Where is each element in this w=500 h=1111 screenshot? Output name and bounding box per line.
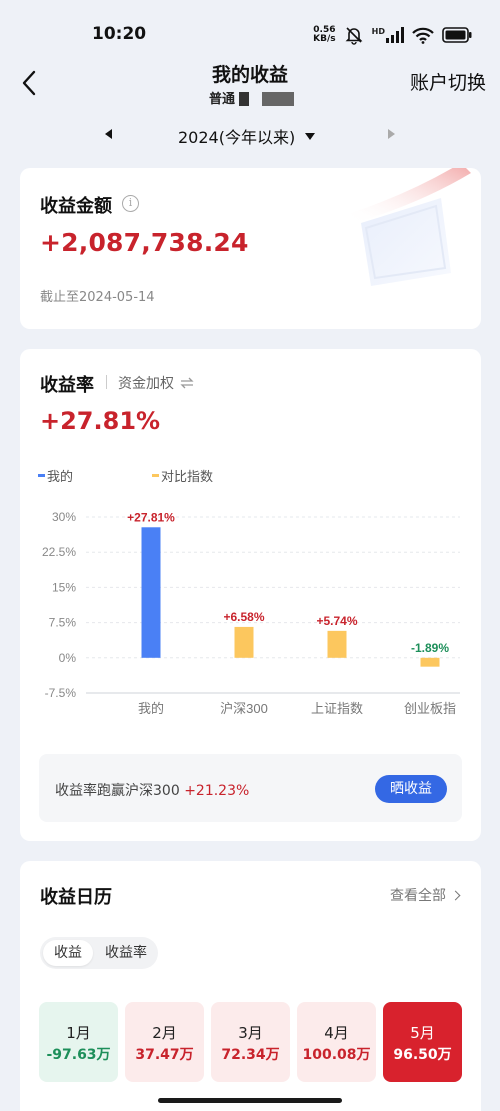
legend-mine-label: 我的 [47, 470, 74, 485]
divider [106, 375, 107, 389]
account-switch-button[interactable]: 账户切换 [410, 68, 486, 95]
month-name: 4月 [324, 1024, 349, 1042]
status-icons: 0.56 KB/s HD [313, 24, 472, 46]
year-dropdown[interactable]: 2024(今年以来) [178, 124, 316, 148]
month-cell[interactable]: 1月 -97.63万 [39, 1002, 118, 1082]
y-tick-label: 22.5% [42, 545, 76, 559]
home-indicator[interactable] [158, 1098, 342, 1103]
chevron-right-icon [450, 890, 461, 900]
x-category-label: 创业板指 [404, 701, 456, 716]
earnings-amount: +2,087,738.24 [40, 228, 249, 257]
return-rate-card: 收益率 资金加权 +27.81% 我的 对比指数 30% 22.5% 15% 7.5%… [20, 349, 481, 841]
x-category-label: 沪深300 [220, 701, 268, 716]
bar [420, 657, 440, 667]
bar-data-label: +27.81% [127, 510, 175, 524]
return-rate-bar-chart: 30% 22.5% 15% 7.5% 0% -7.5% +27.81% 我的 +6.58% 沪深3… [42, 510, 460, 716]
return-rate-title: 收益率 [40, 375, 94, 396]
legend-swatch-index [152, 474, 159, 477]
month-value: -97.63万 [46, 1047, 111, 1063]
earnings-calendar-card: 收益日历 查看全部 收益 收益率 1月 -97.63万 2月 37.47万 3月… [20, 861, 481, 1111]
chart-decoration-icon [351, 168, 471, 286]
y-tick-label: 30% [52, 510, 76, 524]
month-cell[interactable]: 4月 100.08万 [297, 1002, 376, 1082]
month-cell[interactable]: 3月 72.34万 [211, 1002, 290, 1082]
month-cell[interactable]: 2月 37.47万 [125, 1002, 204, 1082]
info-icon[interactable]: i [122, 195, 139, 212]
redaction-block [239, 92, 249, 106]
year-label: 2024(今年以来) [178, 128, 296, 147]
legend-index-label: 对比指数 [161, 470, 214, 485]
mute-icon [345, 27, 363, 45]
y-tick-label: 15% [52, 580, 76, 594]
month-name: 2月 [152, 1024, 177, 1042]
bar [327, 630, 347, 658]
wifi-icon [412, 27, 434, 44]
calendar-mode-toggle: 收益 收益率 [40, 937, 158, 969]
return-rate-value: +27.81% [40, 407, 161, 435]
share-earnings-button[interactable]: 晒收益 [375, 775, 447, 803]
compare-label: 收益率跑赢沪深300 [55, 783, 180, 799]
y-tick-label: 7.5% [49, 616, 77, 630]
legend-mine: 我的 [38, 466, 73, 485]
y-tick-label: 0% [59, 651, 77, 665]
calendar-title: 收益日历 [40, 887, 112, 908]
month-value: 72.34万 [221, 1047, 280, 1063]
swap-icon [180, 377, 194, 389]
weight-label: 资金加权 [118, 376, 174, 392]
tab-earnings[interactable]: 收益 [43, 940, 93, 966]
tab-return-rate[interactable]: 收益率 [98, 940, 154, 966]
month-value: 37.47万 [135, 1047, 194, 1063]
bar [141, 527, 161, 658]
earnings-card: 收益金额 i +2,087,738.24 截止至2024-05-14 [20, 168, 481, 329]
as-of-date: 截止至2024-05-14 [40, 290, 155, 305]
status-bar: 10:20 0.56 KB/s HD [0, 0, 500, 64]
caret-down-icon [305, 132, 316, 140]
legend-index: 对比指数 [152, 466, 213, 485]
net-speed: 0.56 KB/s [313, 26, 335, 44]
nav-bar: 我的收益 普通 账户切换 [0, 58, 500, 114]
month-name: 3月 [238, 1024, 263, 1042]
status-time: 10:20 [92, 24, 147, 44]
x-category-label: 上证指数 [311, 701, 363, 716]
compare-banner: 收益率跑赢沪深300 +21.23% 晒收益 [39, 754, 462, 822]
bar-data-label: +6.58% [223, 610, 264, 624]
account-subtitle: 普通 [209, 92, 236, 107]
next-year-icon[interactable] [388, 129, 395, 139]
compare-text: 收益率跑赢沪深300 +21.23% [55, 780, 249, 800]
redaction-block [262, 92, 294, 106]
compare-diff: +21.23% [184, 783, 250, 799]
month-cell-selected[interactable]: 5月 96.50万 [383, 1002, 462, 1082]
month-list: 1月 -97.63万 2月 37.47万 3月 72.34万 4月 100.08… [39, 1002, 463, 1082]
bar-data-label: +5.74% [316, 614, 357, 628]
x-category-label: 我的 [138, 701, 164, 716]
legend-swatch-mine [38, 474, 45, 477]
signal-icon: HD [372, 27, 404, 43]
bar-data-label: -1.89% [411, 641, 449, 655]
month-value: 96.50万 [393, 1047, 452, 1063]
battery-icon [442, 27, 472, 43]
hd-label: HD [371, 27, 385, 36]
view-all-link[interactable]: 查看全部 [390, 885, 461, 905]
y-tick-label: -7.5% [45, 686, 77, 700]
net-speed-unit: KB/s [313, 34, 336, 44]
prev-year-icon[interactable] [105, 129, 112, 139]
year-selector-row: 2024(今年以来) [0, 120, 500, 152]
page: 10:20 0.56 KB/s HD 我的收益 普通 账户切换 2024(今年以… [0, 0, 500, 1111]
month-name: 5月 [410, 1024, 435, 1042]
month-name: 1月 [66, 1024, 91, 1042]
earnings-title: 收益金额 [40, 196, 112, 217]
month-value: 100.08万 [302, 1047, 371, 1063]
bar [234, 626, 254, 658]
weight-toggle[interactable]: 资金加权 [118, 373, 194, 393]
view-all-label: 查看全部 [390, 888, 446, 904]
